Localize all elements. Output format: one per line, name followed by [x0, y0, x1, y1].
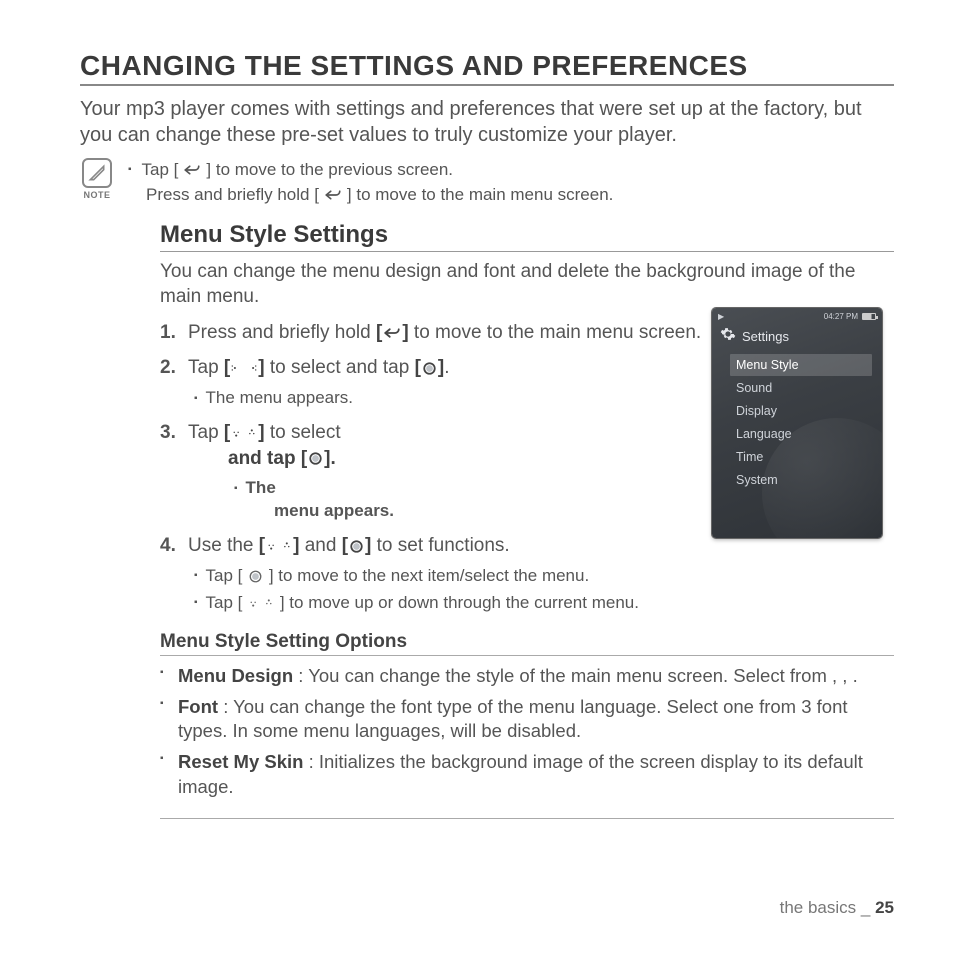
device-menu-item: Menu Style [730, 354, 872, 376]
step-sub-item: The menu appears. [194, 387, 720, 410]
footer-text: the basics _ [780, 898, 875, 917]
note-block: NOTE ▪ Tap [ ] to move to the previous s… [80, 158, 894, 207]
option-item: Menu Design : You can change the style o… [160, 664, 894, 689]
note-icon [82, 158, 112, 188]
options-title: Menu Style Setting Options [160, 631, 894, 656]
circle-icon [308, 451, 323, 466]
option-item: Reset My Skin : Initializes the backgrou… [160, 750, 894, 800]
section-title: Menu Style Settings [160, 221, 894, 252]
note-line1-pre: Tap [ [142, 158, 179, 183]
circle-icon [349, 539, 364, 554]
step-sub-item: The menu appears. [234, 477, 720, 523]
ud-icon [266, 539, 292, 553]
back-icon [324, 188, 342, 202]
device-menu-list: Menu StyleSoundDisplayLanguageTimeSystem [712, 354, 882, 491]
device-menu-item: Sound [730, 377, 872, 399]
device-menu-item: Time [730, 446, 872, 468]
step-item: 3.Tap [] to select and tap [].The menu a… [160, 420, 720, 523]
circle-icon [248, 569, 263, 584]
device-menu-item: System [730, 469, 872, 491]
lr-icon [231, 361, 257, 375]
back-icon [183, 163, 201, 177]
section-intro: You can change the menu design and font … [160, 260, 894, 309]
step-item: 2.Tap [] to select and tap [].The menu a… [160, 355, 720, 410]
back-icon [383, 326, 401, 340]
step-item: 4.Use the [] and [] to set functions.Tap… [160, 533, 720, 615]
step-item: 1.Press and briefly hold [] to move to t… [160, 320, 720, 346]
steps-list: 1.Press and briefly hold [] to move to t… [160, 320, 720, 615]
page-number: 25 [875, 898, 894, 917]
battery-icon [862, 313, 876, 320]
device-time: 04:27 PM [824, 312, 858, 321]
device-menu-item: Language [730, 423, 872, 445]
ud-icon [231, 426, 257, 440]
note-line2-pre: Press and briefly hold [ [146, 183, 319, 208]
play-indicator-icon: ▶ [718, 312, 724, 321]
note-line2-post: ] to move to the main menu screen. [347, 183, 613, 208]
page-footer: the basics _ 25 [780, 898, 894, 918]
step-sub-item: Tap [ ] to move to the next item/select … [194, 565, 720, 588]
intro-paragraph: Your mp3 player comes with settings and … [80, 96, 894, 148]
step-sub-item: Tap [ ] to move up or down through the c… [194, 592, 720, 615]
device-menu-item: Display [730, 400, 872, 422]
device-screenshot: ▶ 04:27 PM Settings Menu StyleSoundDispl… [712, 308, 882, 538]
note-label: NOTE [83, 190, 110, 200]
note-line1-post: ] to move to the previous screen. [206, 158, 453, 183]
circle-icon [422, 361, 437, 376]
options-list: Menu Design : You can change the style o… [160, 664, 894, 820]
ud-icon [248, 596, 274, 610]
option-item: Font : You can change the font type of t… [160, 695, 894, 745]
page-title: CHANGING THE SETTINGS AND PREFERENCES [80, 50, 894, 86]
device-title: Settings [742, 329, 789, 344]
gear-icon [720, 326, 736, 347]
